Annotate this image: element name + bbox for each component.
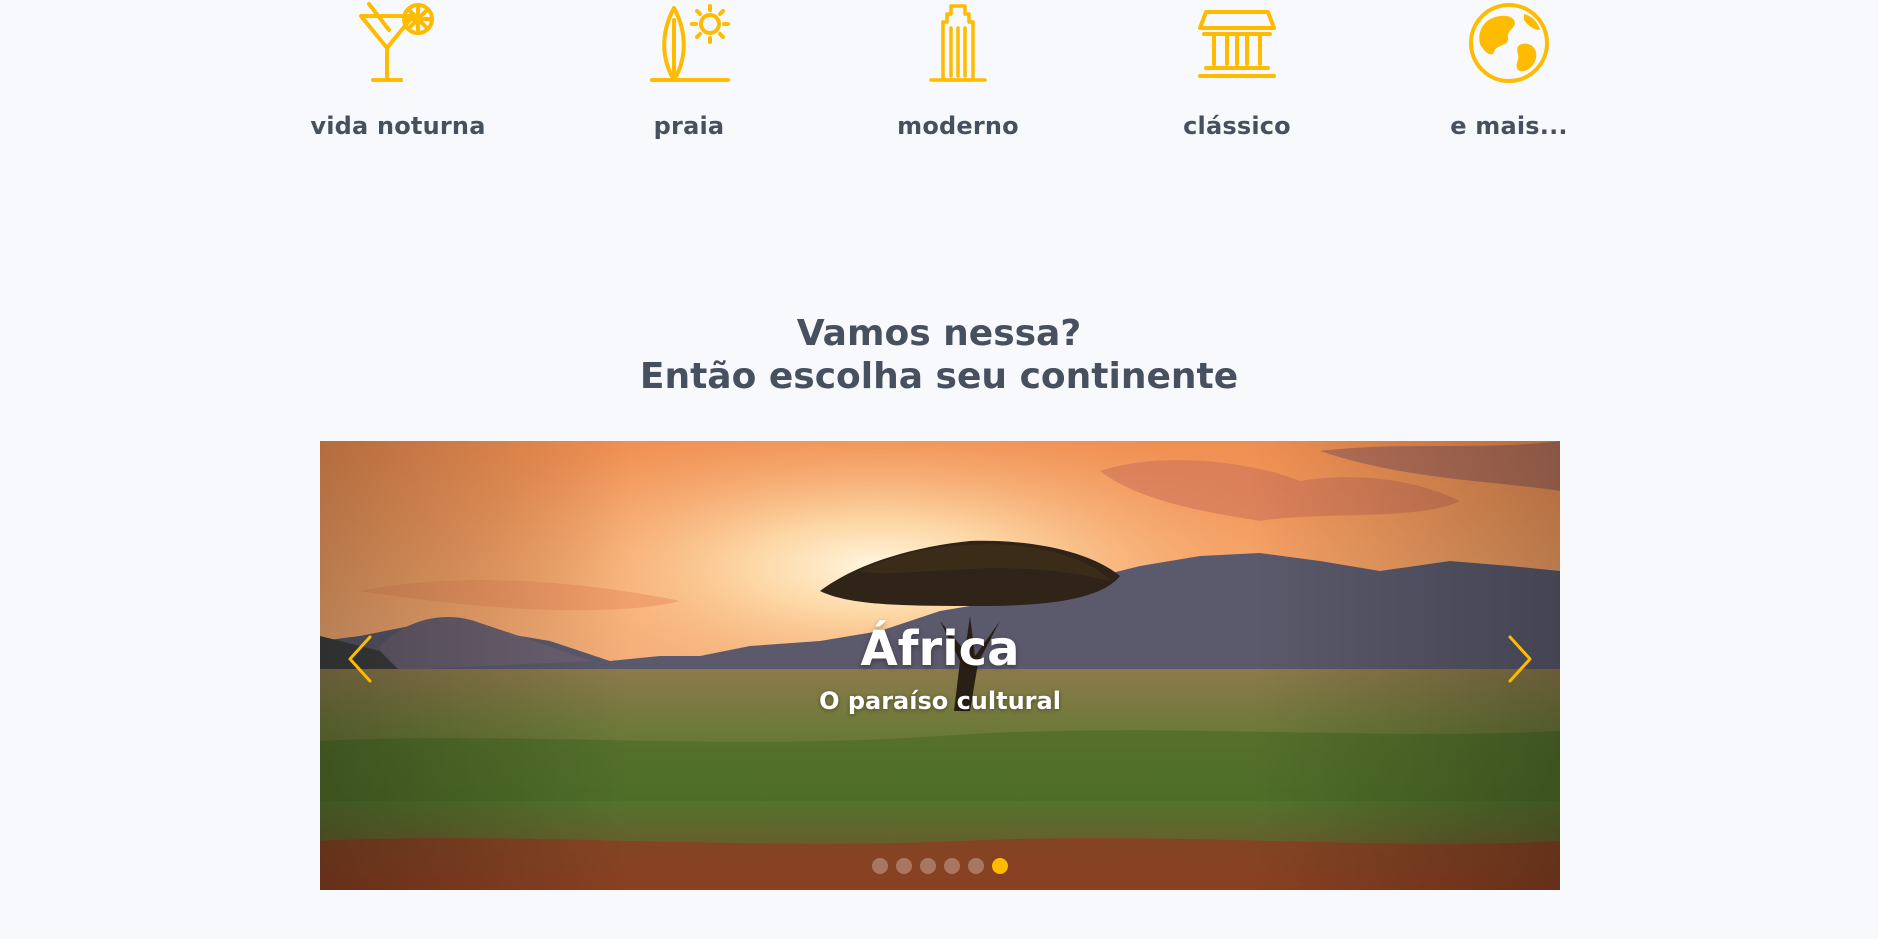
section-heading: Vamos nessa? Então escolha seu continent… — [0, 312, 1878, 398]
slide-title: África — [860, 621, 1020, 677]
travel-types: vida noturna cocktail-icon praia surfboa… — [310, 0, 1568, 150]
page: vida noturna cocktail-icon praia surfboa… — [0, 0, 1878, 939]
travel-type-more[interactable]: e mais... globe-icon — [1409, 0, 1609, 140]
carousel-indicator-dot[interactable] — [992, 858, 1008, 874]
travel-type-nightlife[interactable]: vida noturna cocktail-icon — [298, 0, 498, 140]
travel-type-modern[interactable]: moderno skyscraper-icon — [858, 0, 1058, 140]
chevron-left-icon — [348, 635, 372, 683]
surfboard-sun-icon — [650, 4, 730, 82]
classical-building-icon — [1198, 10, 1276, 78]
chevron-right-icon — [1508, 635, 1532, 683]
carousel-indicator-dot[interactable] — [944, 858, 960, 874]
heading-line-1: Vamos nessa? — [796, 313, 1082, 354]
travel-type-beach[interactable]: praia surfboard-sun-icon — [589, 0, 789, 140]
carousel-next-button[interactable] — [1502, 633, 1538, 685]
continent-carousel[interactable]: África O paraíso cultural — [320, 441, 1560, 890]
carousel-indicator-dot[interactable] — [968, 858, 984, 874]
carousel-indicator-dot[interactable] — [896, 858, 912, 874]
travel-type-label: praia — [653, 112, 725, 140]
carousel-indicator-dot[interactable] — [920, 858, 936, 874]
travel-type-label: clássico — [1183, 112, 1291, 140]
travel-type-label: moderno — [897, 112, 1019, 140]
globe-icon — [1469, 3, 1549, 83]
carousel-indicators — [320, 858, 1560, 874]
travel-type-label: e mais... — [1450, 112, 1568, 140]
carousel-prev-button[interactable] — [342, 633, 378, 685]
travel-type-classic[interactable]: clássico classical-building-icon — [1137, 0, 1337, 140]
slide-subtitle: O paraíso cultural — [819, 687, 1061, 715]
heading-line-2: Então escolha seu continente — [639, 356, 1239, 397]
cocktail-icon — [359, 2, 434, 82]
travel-type-label: vida noturna — [310, 112, 486, 140]
carousel-indicator-dot[interactable] — [872, 858, 888, 874]
skyscraper-icon — [929, 4, 987, 82]
